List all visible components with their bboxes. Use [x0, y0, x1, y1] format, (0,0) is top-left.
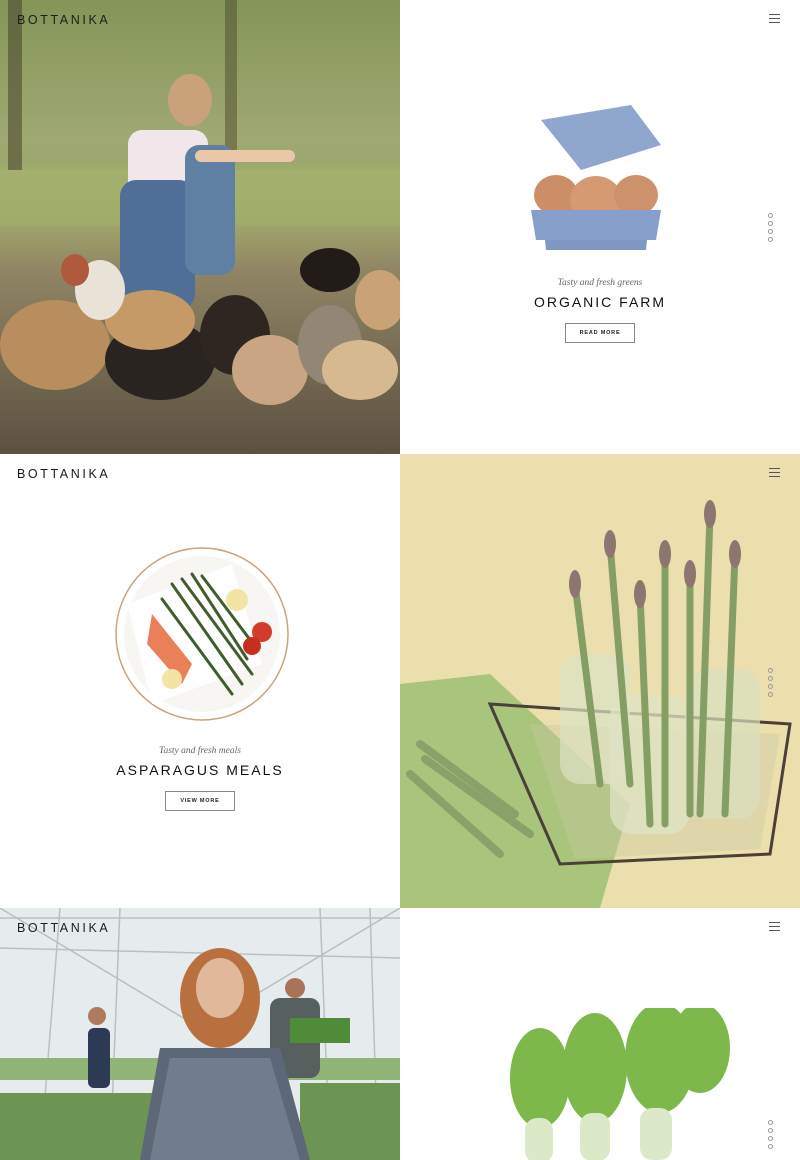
organic-farm-panel: Tasty and fresh greens ORGANIC FARM READ… [400, 0, 800, 454]
asparagus-meals-panel: BOTTANIKA Tasty and fresh meals ASPARAGU… [0, 454, 400, 908]
organic-farm-caption: Tasty and fresh greens ORGANIC FARM READ… [400, 278, 800, 343]
asparagus-meals-caption: Tasty and fresh meals ASPARAGUS MEALS VI… [0, 746, 400, 811]
asparagus-plate-image [115, 547, 289, 721]
section-title: ASPARAGUS MEALS [116, 762, 284, 778]
view-more-button[interactable]: VIEW MORE [165, 791, 235, 811]
egg-carton-image [531, 105, 661, 250]
pagination-dots-icon[interactable] [768, 213, 774, 245]
asparagus-basket-photo-panel [400, 454, 800, 908]
hamburger-menu-icon[interactable] [769, 14, 780, 24]
farm-children-photo [0, 0, 400, 454]
read-more-button[interactable]: READ MORE [565, 323, 635, 343]
brand-logo[interactable]: BOTTANIKA [17, 467, 110, 481]
tagline: Tasty and fresh greens [557, 278, 643, 288]
greenhouse-photo-panel: BOTTANIKA [0, 908, 400, 1160]
hamburger-menu-icon[interactable] [769, 922, 780, 932]
brand-logo[interactable]: BOTTANIKA [17, 921, 110, 935]
asparagus-basket-photo [400, 454, 800, 908]
hamburger-menu-icon[interactable] [769, 468, 780, 478]
brand-logo[interactable]: BOTTANIKA [17, 13, 110, 27]
farm-children-photo-panel: BOTTANIKA [0, 0, 400, 454]
bok-choy-image [510, 1008, 730, 1160]
section-title: ORGANIC FARM [533, 294, 667, 310]
pagination-dots-icon[interactable] [768, 1120, 774, 1152]
pagination-dots-icon[interactable] [768, 668, 774, 700]
tagline: Tasty and fresh meals [159, 746, 241, 756]
greenhouse-woman-photo [0, 908, 400, 1160]
bok-choy-panel [400, 908, 800, 1160]
